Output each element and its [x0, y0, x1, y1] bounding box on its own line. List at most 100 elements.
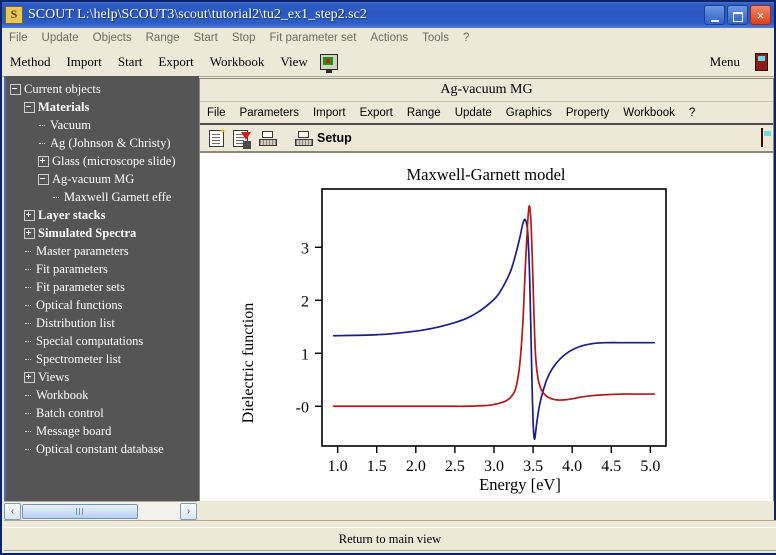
collapse-icon[interactable] — [38, 173, 49, 185]
toolbar-export[interactable]: Export — [150, 54, 201, 70]
toolbar-method[interactable]: Method — [2, 54, 58, 70]
menu-item-start[interactable]: Start — [187, 30, 225, 46]
tree-item[interactable]: Simulated Spectra — [10, 224, 199, 242]
inner-menu-range[interactable]: Range — [400, 106, 448, 120]
x-tick-label: 2.5 — [445, 458, 465, 475]
tree-item[interactable]: Fit parameters — [10, 260, 199, 278]
new-star — [219, 127, 226, 135]
inner-menu-parameters[interactable]: Parameters — [233, 106, 306, 120]
exit-door-icon[interactable] — [761, 128, 763, 147]
tree-item-label: Optical functions — [36, 297, 123, 312]
tree-item[interactable]: Optical functions — [10, 296, 199, 314]
menu-item-objects[interactable]: Objects — [86, 30, 139, 46]
tree-item[interactable]: Vacuum — [10, 116, 199, 134]
print-body — [259, 138, 277, 146]
app-icon: S — [5, 6, 23, 24]
menu-item-stop[interactable]: Stop — [225, 30, 263, 46]
inner-menu-file[interactable]: File — [200, 106, 233, 120]
scroll-left-button[interactable]: ‹ — [4, 502, 21, 520]
collapse-icon[interactable] — [10, 83, 21, 95]
main-toolbar: Method Import Start Export Workbook View… — [2, 48, 774, 77]
toolbar-workbook[interactable]: Workbook — [202, 54, 273, 70]
print-paper — [262, 130, 273, 138]
maximize-button[interactable] — [727, 5, 748, 25]
tree-item[interactable]: Materials — [10, 98, 199, 116]
toolbar-view[interactable]: View — [272, 54, 315, 70]
expand-icon[interactable] — [24, 227, 35, 239]
inner-menu-workbook[interactable]: Workbook — [616, 106, 682, 120]
toolbar-start[interactable]: Start — [110, 54, 151, 70]
collapse-icon[interactable] — [24, 101, 35, 113]
tree-item[interactable]: Master parameters — [10, 242, 199, 260]
scroll-right-button[interactable]: › — [180, 502, 197, 520]
status-bar: Return to main view — [4, 527, 776, 551]
expand-icon[interactable] — [24, 209, 35, 221]
menu-item-help[interactable]: ? — [456, 30, 476, 46]
door-icon[interactable] — [755, 53, 768, 71]
scroll-thumb[interactable] — [22, 503, 138, 519]
tree-item[interactable]: Optical constant database — [10, 440, 199, 458]
tree-leaf-connector — [24, 265, 33, 274]
print-setup-icon[interactable] — [295, 130, 313, 146]
tree-item[interactable]: Ag-vacuum MG — [10, 170, 199, 188]
material-window-title: Ag-vacuum MG — [200, 79, 773, 101]
new-document-icon[interactable] — [209, 127, 226, 147]
inner-menu-update[interactable]: Update — [448, 106, 499, 120]
tree-item[interactable]: Maxwell Garnett effe — [10, 188, 199, 206]
print-icon[interactable] — [259, 130, 277, 146]
series-line-imaginary — [332, 205, 656, 408]
tree-leaf-connector — [38, 121, 47, 130]
menu-item-fit-parameter-set[interactable]: Fit parameter set — [262, 30, 363, 46]
tree-item-label: Spectrometer list — [36, 351, 122, 366]
monitor-icon[interactable] — [319, 54, 338, 73]
tree-item[interactable]: Glass (microscope slide) — [10, 152, 199, 170]
tree-item[interactable]: Views — [10, 368, 199, 386]
tree-item[interactable]: Distribution list — [10, 314, 199, 332]
inner-menu-export[interactable]: Export — [353, 106, 400, 120]
tree-leaf-connector — [24, 337, 33, 346]
toolbar-import[interactable]: Import — [58, 54, 109, 70]
minimize-icon — [710, 20, 719, 22]
tree-item[interactable]: Fit parameter sets — [10, 278, 199, 296]
minimize-button[interactable] — [704, 5, 725, 25]
tree-item[interactable]: Batch control — [10, 404, 199, 422]
dielectric-function-plot: Maxwell-Garnett model Dielectric functio… — [240, 165, 667, 494]
tree-leaf-connector — [24, 355, 33, 364]
tree-leaf-connector — [24, 301, 33, 310]
menu-item-update[interactable]: Update — [35, 30, 86, 46]
tree-item[interactable]: Special computations — [10, 332, 199, 350]
save-document-icon[interactable] — [233, 129, 251, 149]
material-toolbar: Setup — [200, 125, 773, 152]
expand-icon[interactable] — [24, 371, 35, 383]
inner-menu-property[interactable]: Property — [559, 106, 616, 120]
tree-item[interactable]: Current objects — [10, 80, 199, 98]
save-disk — [243, 140, 251, 149]
tree-leaf-connector — [24, 247, 33, 256]
menu-item-range[interactable]: Range — [139, 30, 187, 46]
tree-leaf-connector — [24, 409, 33, 418]
inner-menu-import[interactable]: Import — [306, 106, 353, 120]
object-tree-panel[interactable]: Current objects Materials Vacuum Ag (Johnso… — [4, 76, 199, 501]
monitor-stand — [325, 70, 332, 73]
inner-menu-graphics[interactable]: Graphics — [499, 106, 559, 120]
tree-item-label: Fit parameter sets — [36, 279, 125, 294]
sidebar-horizontal-scrollbar[interactable]: ‹ › — [4, 501, 197, 520]
tree-item-label: Fit parameters — [36, 261, 108, 276]
tree-item[interactable]: Spectrometer list — [10, 350, 199, 368]
tree-item[interactable]: Layer stacks — [10, 206, 199, 224]
tree-item[interactable]: Workbook — [10, 386, 199, 404]
close-button[interactable]: × — [750, 5, 771, 25]
material-menu-bar: File Parameters Import Export Range Upda… — [200, 101, 773, 125]
x-tick-label: 4.5 — [601, 458, 621, 475]
menu-item-tools[interactable]: Tools — [415, 30, 456, 46]
menu-item-actions[interactable]: Actions — [363, 30, 415, 46]
inner-menu-help[interactable]: ? — [682, 106, 702, 120]
status-area: Return to main view — [4, 520, 776, 553]
save-arrow — [241, 131, 251, 140]
expand-icon[interactable] — [38, 155, 49, 167]
toolbar-menu[interactable]: Menu — [702, 54, 748, 70]
tree-item[interactable]: Message board — [10, 422, 199, 440]
print-setup-label[interactable]: Setup — [317, 131, 352, 145]
tree-item[interactable]: Ag (Johnson & Christy) — [10, 134, 199, 152]
menu-item-file[interactable]: File — [2, 30, 35, 46]
